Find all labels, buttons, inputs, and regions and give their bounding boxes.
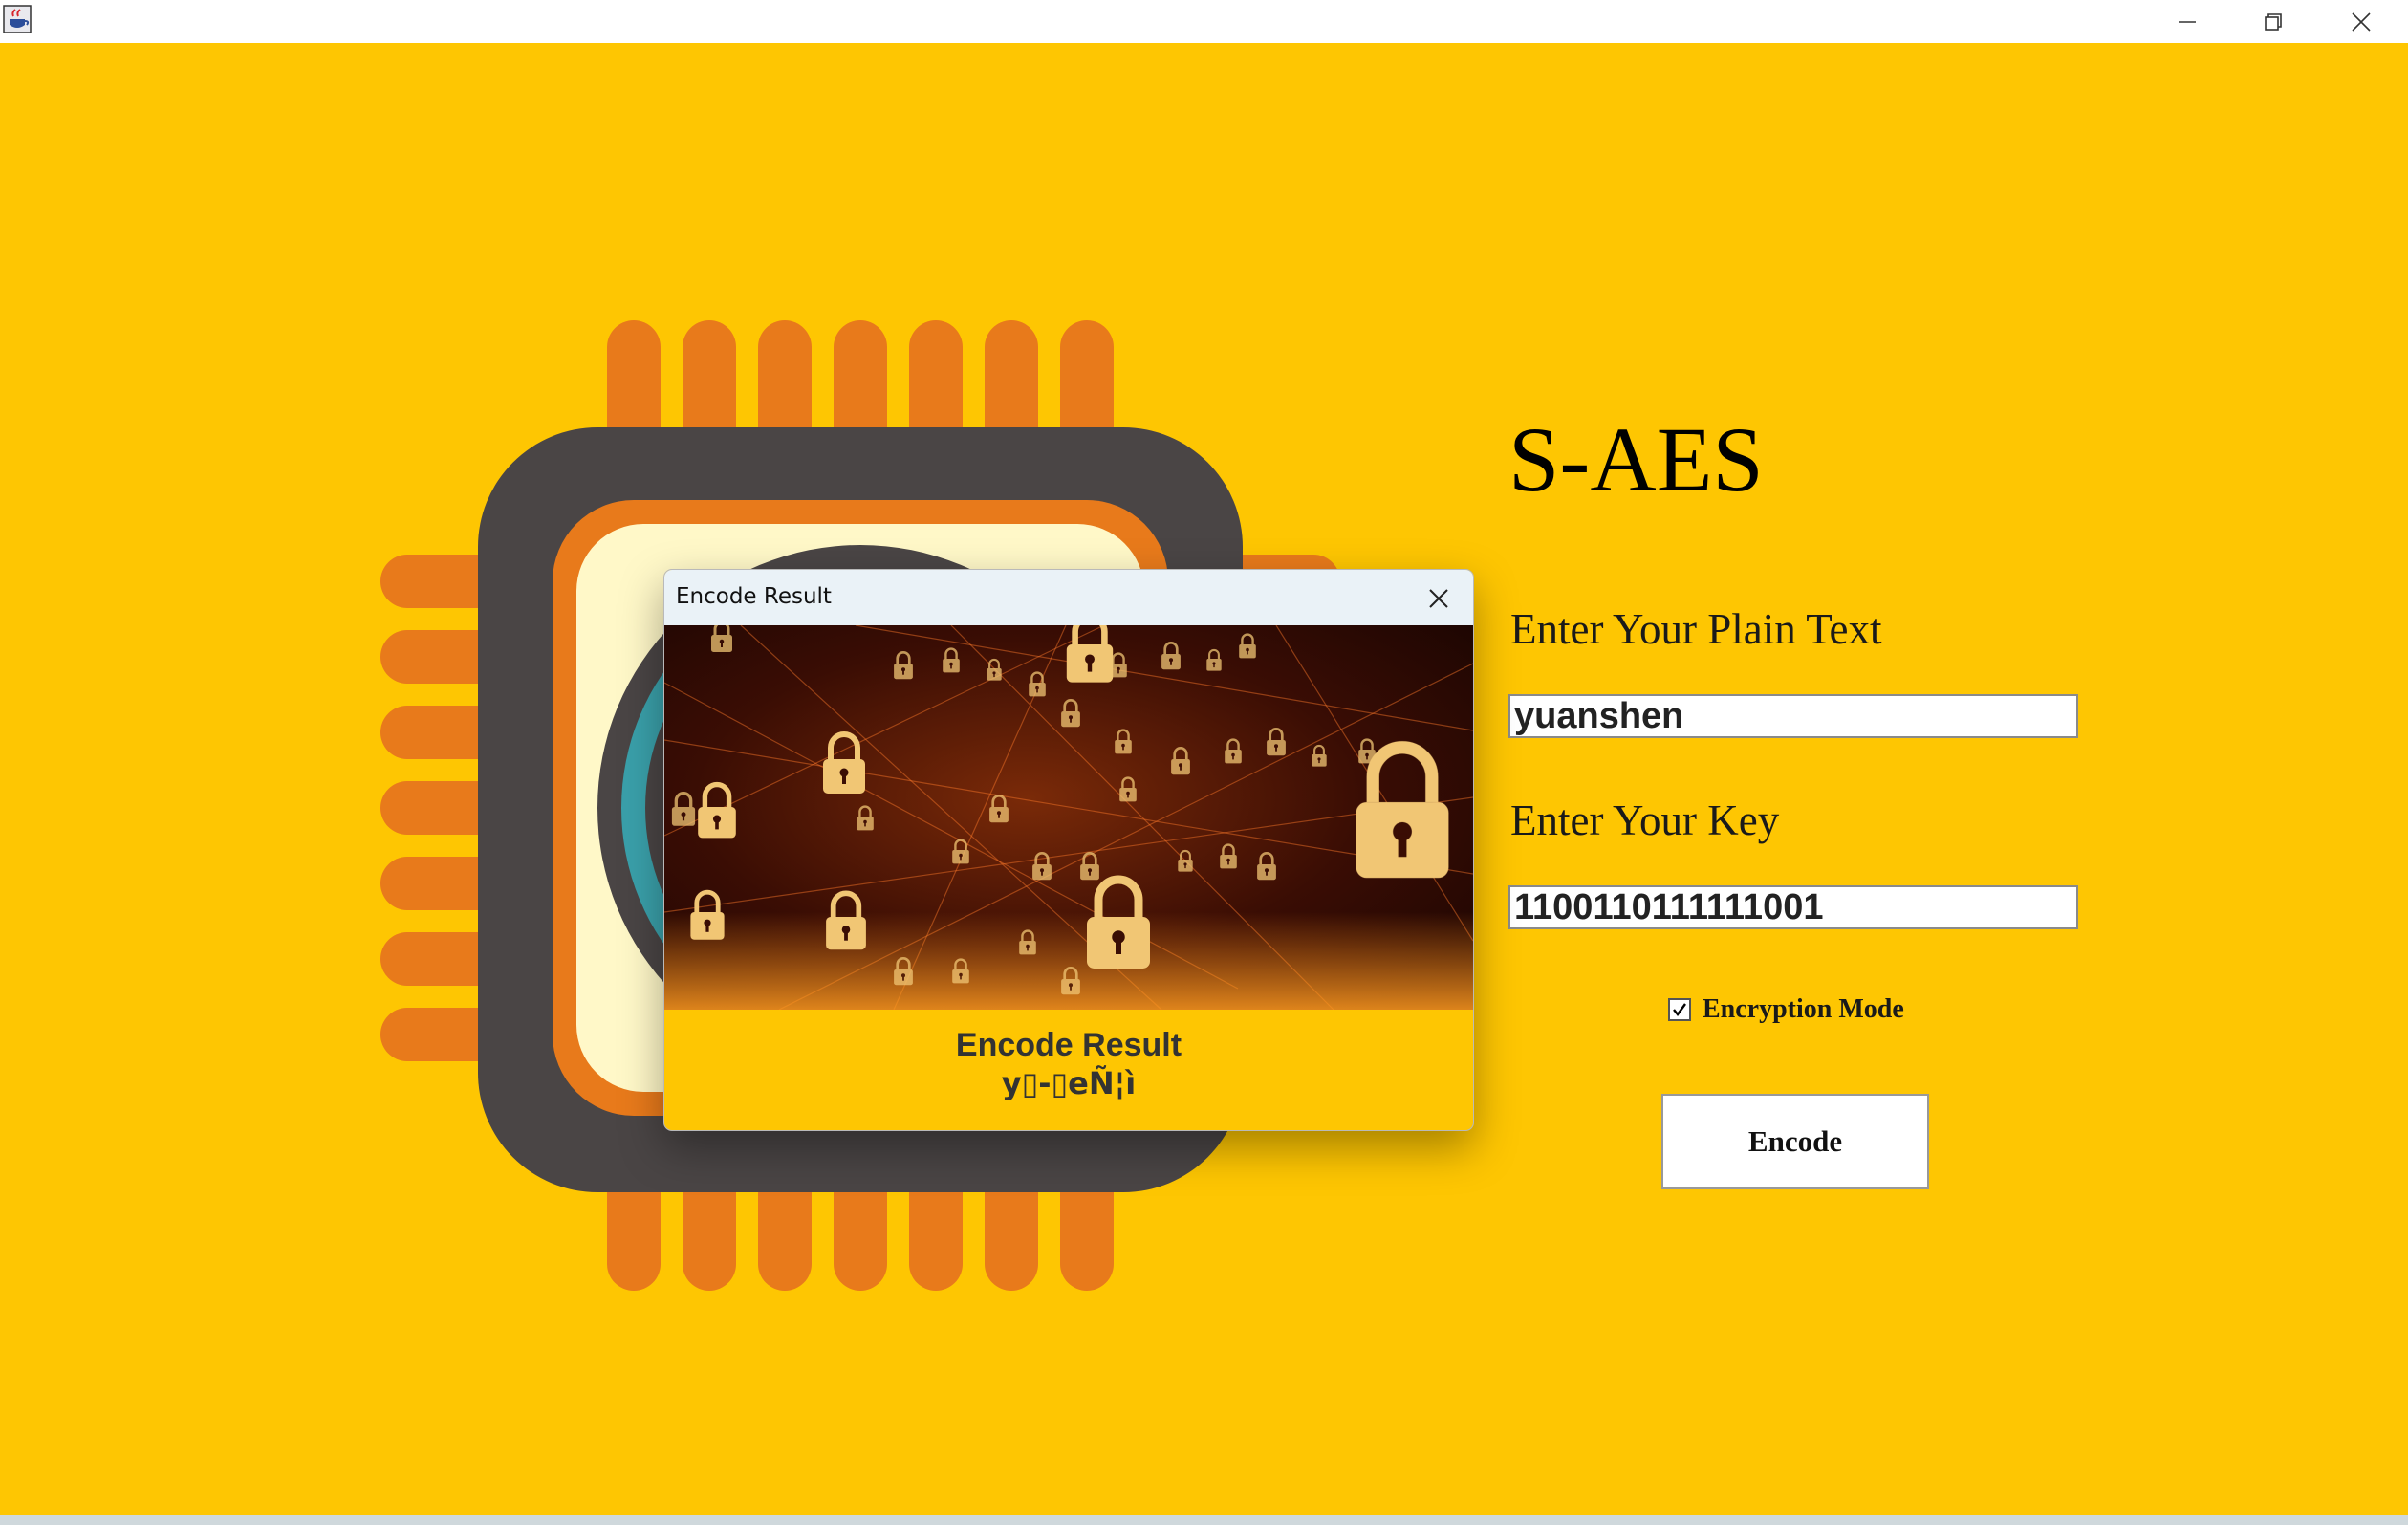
dialog-title: Encode Result — [676, 584, 832, 609]
dialog-close-button[interactable] — [1420, 579, 1458, 618]
result-heading: Encode Result — [955, 1027, 1182, 1063]
minimize-button[interactable] — [2144, 0, 2230, 43]
close-icon — [1429, 589, 1448, 608]
restore-icon — [2265, 12, 2282, 31]
window-bottom-edge — [0, 1515, 2408, 1525]
app-title: S-AES — [1508, 408, 1764, 511]
result-value: y▯-▯eÑ¦ì — [1001, 1065, 1137, 1101]
close-icon — [2352, 11, 2371, 32]
window-titlebar — [0, 0, 2408, 43]
key-label: Enter Your Key — [1510, 796, 1780, 844]
plain-text-label: Enter Your Plain Text — [1510, 605, 1882, 653]
encode-button[interactable]: Encode — [1661, 1094, 1929, 1189]
encryption-mode-toggle[interactable]: Encryption Mode — [1668, 994, 1904, 1025]
encryption-mode-checkbox[interactable] — [1668, 998, 1691, 1021]
checkmark-icon — [1673, 1003, 1686, 1016]
encryption-mode-label: Encryption Mode — [1703, 994, 1904, 1024]
close-window-button[interactable] — [2318, 0, 2404, 43]
key-input[interactable] — [1508, 885, 2078, 929]
restore-button[interactable] — [2230, 0, 2316, 43]
plain-text-input[interactable] — [1508, 694, 2078, 738]
minimize-icon — [2179, 20, 2196, 23]
encode-result-dialog: Encode Result Encode Result y▯-▯eÑ¦ì — [663, 569, 1474, 1131]
dialog-titlebar: Encode Result — [664, 570, 1473, 625]
app-window: S-AES Enter Your Plain Text Enter Your K… — [0, 0, 2408, 1525]
java-cup-icon — [2, 4, 33, 34]
padlock-network-image — [664, 625, 1473, 1010]
